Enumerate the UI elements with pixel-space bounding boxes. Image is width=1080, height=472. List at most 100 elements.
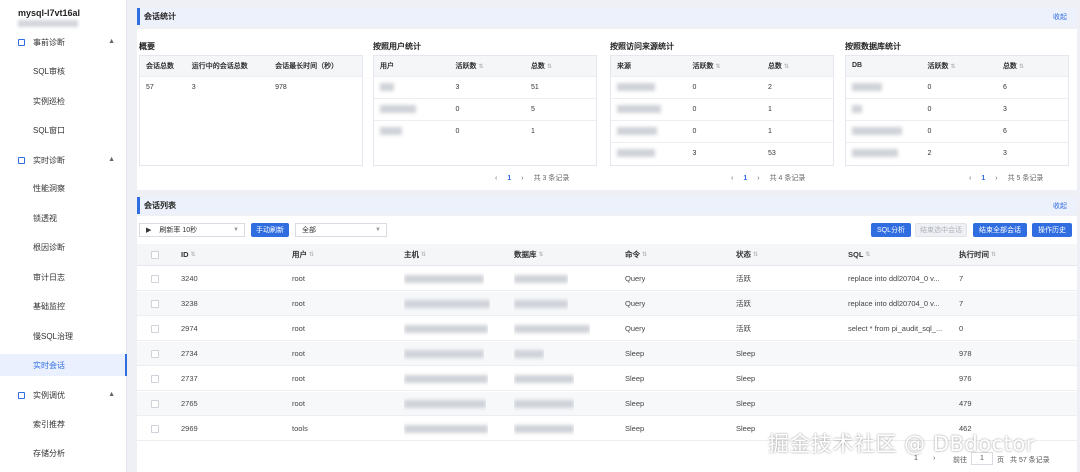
col-header-db[interactable]: 数据库 ⇅	[514, 244, 544, 265]
current-page[interactable]: 1	[507, 175, 511, 182]
current-page[interactable]: 1	[743, 175, 747, 182]
redacted-value	[617, 149, 655, 158]
next-page-icon[interactable]: ›	[757, 175, 759, 182]
col-header-state[interactable]: 状态 ⇅	[736, 244, 758, 265]
by-source-pager: ‹ 1 › 共 4 条记录	[731, 173, 805, 183]
menu-group-realtime-diagnosis[interactable]: 实时诊断 ▲	[0, 149, 127, 171]
col-header-sql[interactable]: SQL ⇅	[848, 244, 870, 265]
sort-icon: ⇅	[783, 63, 789, 70]
sidebar-item-audit-log[interactable]: 审计日志	[0, 266, 127, 288]
redacted-value	[852, 105, 862, 113]
sidebar-item-sql-window[interactable]: SQL窗口	[0, 119, 127, 141]
by-db-title: 按照数据库统计	[845, 42, 901, 51]
redacted-value	[380, 105, 416, 113]
menu-group-instance-tuning[interactable]: 实例调优 ▲	[0, 384, 127, 406]
redacted-value	[617, 83, 655, 91]
sidebar-item-storage-analysis[interactable]: 存储分析	[0, 442, 127, 464]
table-row[interactable]: 3238 root Query 活跃 replace into ddl20704…	[137, 292, 1077, 316]
redacted-host	[404, 374, 488, 383]
table-row[interactable]: 2737 root Sleep Sleep 976	[137, 367, 1077, 391]
sort-icon: ⇅	[546, 63, 552, 70]
col-header[interactable]: 活跃数 ⇅	[921, 56, 997, 76]
by-user-pager: ‹ 1 › 共 3 条记录	[495, 173, 569, 183]
sidebar-item-slow-sql[interactable]: 慢SQL治理	[0, 325, 127, 347]
table-header: ID ⇅ 用户 ⇅ 主机 ⇅ 数据库 ⇅ 命令 ⇅ 状态 ⇅ SQL ⇅ 执行时间 ⇅	[137, 244, 1077, 266]
section-header-session-list: 会话列表 收起	[137, 197, 1077, 214]
overview-table: 会话总数 运行中的会话总数 会话最长时间（秒） 57 3 978	[139, 55, 363, 166]
col-header[interactable]: 活跃数 ⇅	[449, 56, 525, 76]
manual-refresh-button[interactable]: 手动刷新	[251, 223, 289, 237]
sidebar-item-lock-view[interactable]: 锁透视	[0, 207, 127, 229]
next-page-icon[interactable]: ›	[521, 175, 523, 182]
sort-icon: ⇅	[715, 63, 721, 70]
prev-page-icon[interactable]: ‹	[731, 175, 733, 182]
session-filter-select[interactable]: 全部 ▼	[295, 223, 387, 237]
col-header-exec-time[interactable]: 执行时间 ⇅	[959, 244, 996, 265]
chevron-up-icon: ▲	[108, 156, 115, 163]
collapse-link[interactable]: 收起	[1053, 201, 1067, 211]
table-row[interactable]: 2734 root Sleep Sleep 978	[137, 342, 1077, 366]
table-row[interactable]: 3240 root Query 活跃 replace into ddl20704…	[137, 267, 1077, 291]
sidebar-item-root-cause[interactable]: 根因诊断	[0, 236, 127, 258]
redacted-value	[617, 105, 661, 113]
next-page-icon[interactable]: ›	[995, 175, 997, 182]
by-source-table: 来源 活跃数 ⇅ 总数 ⇅ 02 01 01 3 53	[610, 55, 834, 166]
sql-analysis-button[interactable]: SQL分析	[871, 223, 911, 237]
sidebar-item-realtime-session[interactable]: 实时会话	[0, 354, 127, 376]
refresh-rate-select[interactable]: ▶ 刷新率 10秒 ▼	[139, 223, 245, 237]
current-page[interactable]: 1	[981, 175, 985, 182]
col-header-user[interactable]: 用户 ⇅	[292, 244, 314, 265]
redacted-host	[404, 399, 486, 408]
col-header-id[interactable]: ID ⇅	[181, 244, 196, 265]
by-user-table: 用户 活跃数 ⇅ 总数 ⇅ 3 51 05 01	[373, 55, 597, 166]
col-header[interactable]: 总数 ⇅	[761, 56, 833, 76]
by-db-pager: ‹ 1 › 共 5 条记录	[969, 173, 1043, 183]
col-header: 运行中的会话总数	[185, 56, 270, 76]
play-icon[interactable]: ▶	[146, 226, 151, 234]
prev-page-icon[interactable]: ‹	[495, 175, 497, 182]
instance-subtitle-redacted	[18, 20, 78, 27]
col-header[interactable]: 总数 ⇅	[524, 56, 596, 76]
col-header[interactable]: 活跃数 ⇅	[686, 56, 762, 76]
total-sessions-value: 57	[140, 75, 186, 98]
sidebar-item-sql-review[interactable]: SQL审核	[0, 60, 127, 82]
kill-all-button[interactable]: 结束全部会话	[973, 223, 1027, 237]
stats-panel: 概要 会话总数 运行中的会话总数 会话最长时间（秒） 57 3 978 按照用户…	[137, 29, 1077, 190]
row-checkbox[interactable]	[151, 424, 159, 433]
sidebar-item-instance-inspection[interactable]: 实例巡检	[0, 90, 127, 112]
col-header[interactable]: 总数 ⇅	[996, 56, 1068, 76]
row-checkbox[interactable]	[151, 299, 159, 308]
table-row[interactable]: 2974 root Query 活跃 select * from pi_audi…	[137, 317, 1077, 341]
row-checkbox[interactable]	[151, 274, 159, 283]
row-checkbox[interactable]	[151, 349, 159, 358]
collapse-link[interactable]: 收起	[1053, 12, 1067, 22]
sidebar-item-basic-monitor[interactable]: 基础监控	[0, 295, 127, 317]
col-header[interactable]: 用户	[374, 56, 450, 76]
redacted-host	[404, 299, 490, 308]
row-checkbox[interactable]	[151, 374, 159, 383]
kill-selected-button[interactable]: 结束选中会话	[915, 223, 967, 237]
col-header[interactable]: 来源	[611, 56, 687, 76]
sidebar: mysql-l7vt16al 事前诊断 ▲ SQL审核 实例巡检 SQL窗口 实…	[0, 0, 127, 472]
table-row[interactable]: 2765 root Sleep Sleep 479	[137, 392, 1077, 416]
history-button[interactable]: 操作历史	[1032, 223, 1072, 237]
redacted-host	[404, 324, 488, 333]
col-header-command[interactable]: 命令 ⇅	[625, 244, 647, 265]
select-all-checkbox[interactable]	[151, 250, 159, 259]
section-title: 会话统计	[144, 12, 176, 21]
watermark: 掘金技术社区 @ DBdoctor	[768, 432, 1035, 456]
row-checkbox[interactable]	[151, 399, 159, 408]
menu-group-pre-diagnosis[interactable]: 事前诊断 ▲	[0, 31, 127, 53]
menu-group-label: 事前诊断	[33, 37, 65, 47]
running-sessions-value: 3	[185, 75, 270, 98]
chevron-up-icon: ▲	[108, 38, 115, 45]
menu-group-label: 实时诊断	[33, 155, 65, 165]
redacted-value	[380, 127, 402, 136]
col-header[interactable]: DB	[846, 56, 922, 76]
sidebar-item-index-recommend[interactable]: 索引推荐	[0, 413, 127, 435]
row-checkbox[interactable]	[151, 324, 159, 333]
total-records: 共 5 条记录	[1007, 175, 1044, 182]
col-header-host[interactable]: 主机 ⇅	[404, 244, 426, 265]
sidebar-item-performance-insight[interactable]: 性能洞察	[0, 177, 127, 199]
prev-page-icon[interactable]: ‹	[969, 175, 971, 182]
